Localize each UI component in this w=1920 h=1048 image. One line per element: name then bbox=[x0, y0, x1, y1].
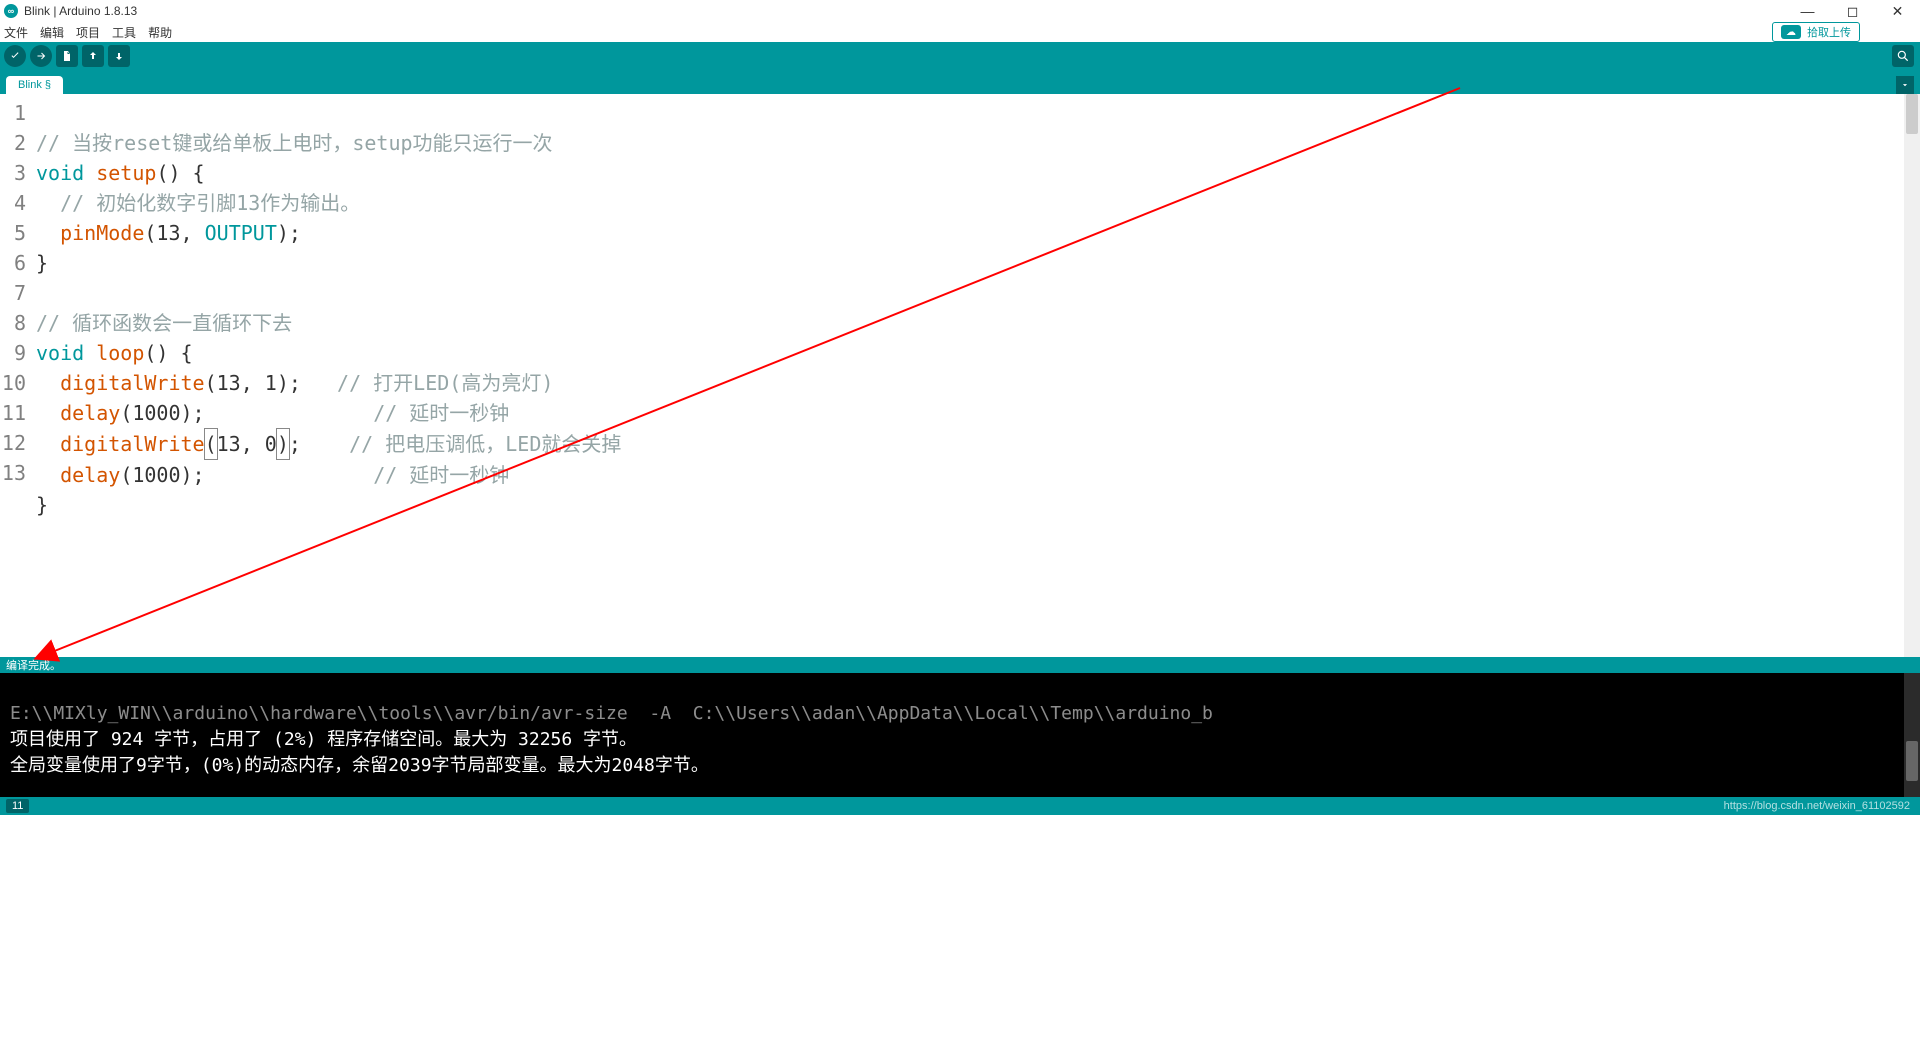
serial-monitor-button[interactable] bbox=[1892, 45, 1914, 67]
line-gutter: 1 2 3 4 5 6 7 8 9 10 11 12 13 bbox=[0, 94, 32, 657]
bracket-highlight: ( bbox=[204, 428, 218, 460]
menu-file[interactable]: 文件 bbox=[4, 24, 28, 41]
tab-menu-button[interactable] bbox=[1896, 76, 1914, 94]
window-title: Blink | Arduino 1.8.13 bbox=[24, 4, 137, 18]
scrollbar-thumb[interactable] bbox=[1906, 741, 1918, 781]
bracket-highlight: ) bbox=[276, 428, 290, 460]
code-text: (13, 1); bbox=[205, 371, 301, 395]
code-func: digitalWrite bbox=[60, 371, 205, 395]
code-text: ; bbox=[289, 432, 301, 456]
cloud-label: 拾取上传 bbox=[1807, 24, 1851, 40]
code-func: loop bbox=[96, 341, 144, 365]
maximize-button[interactable]: ◻ bbox=[1830, 0, 1875, 22]
output-console[interactable]: E:\\MIXly_WIN\\arduino\\hardware\\tools\… bbox=[0, 673, 1920, 797]
code-text: ); bbox=[277, 221, 301, 245]
status-message: 编译完成。 bbox=[6, 657, 61, 673]
code-func: delay bbox=[60, 463, 120, 487]
code-keyword: void bbox=[36, 341, 84, 365]
console-scrollbar[interactable] bbox=[1904, 673, 1920, 797]
code-editor[interactable]: 1 2 3 4 5 6 7 8 9 10 11 12 13 // 当按reset… bbox=[0, 94, 1920, 657]
menu-help[interactable]: 帮助 bbox=[148, 24, 172, 41]
menu-edit[interactable]: 编辑 bbox=[40, 24, 64, 41]
code-text: } bbox=[36, 251, 48, 275]
cloud-icon: ☁ bbox=[1781, 25, 1801, 39]
code-func: pinMode bbox=[60, 221, 144, 245]
code-area[interactable]: // 当按reset键或给单板上电时，setup功能只运行一次 void set… bbox=[32, 94, 1920, 657]
code-comment: // 把电压调低，LED就会关掉 bbox=[349, 432, 621, 456]
line-number: 11 bbox=[0, 398, 26, 428]
status-bar: 编译完成。 bbox=[0, 657, 1920, 673]
code-func: digitalWrite bbox=[60, 432, 205, 456]
line-number: 8 bbox=[0, 308, 26, 338]
console-line: 全局变量使用了9字节，(0%)的动态内存，余留2039字节局部变量。最大为204… bbox=[10, 753, 1910, 779]
editor-scrollbar[interactable] bbox=[1904, 94, 1920, 657]
code-text: () { bbox=[144, 341, 192, 365]
save-button[interactable] bbox=[108, 45, 130, 67]
code-comment: // 循环函数会一直循环下去 bbox=[36, 311, 292, 335]
footer-bar: 11 https://blog.csdn.net/weixin_61102592 bbox=[0, 797, 1920, 815]
line-number: 10 bbox=[0, 368, 26, 398]
menu-tools[interactable]: 工具 bbox=[112, 24, 136, 41]
code-text: (1000); bbox=[120, 463, 204, 487]
verify-button[interactable] bbox=[4, 45, 26, 67]
upload-button[interactable] bbox=[30, 45, 52, 67]
line-number: 12 bbox=[0, 428, 26, 458]
code-comment: // 当按reset键或给单板上电时，setup功能只运行一次 bbox=[36, 131, 553, 155]
cloud-upload-button[interactable]: ☁ 拾取上传 bbox=[1772, 22, 1860, 42]
code-text: (13, bbox=[144, 221, 204, 245]
line-number: 9 bbox=[0, 338, 26, 368]
code-func: delay bbox=[60, 401, 120, 425]
watermark-text: https://blog.csdn.net/weixin_61102592 bbox=[1724, 800, 1910, 812]
line-number: 6 bbox=[0, 248, 26, 278]
app-logo-icon bbox=[4, 4, 18, 18]
tab-blink[interactable]: Blink § bbox=[6, 76, 63, 94]
line-number: 4 bbox=[0, 188, 26, 218]
line-number: 2 bbox=[0, 128, 26, 158]
minimize-button[interactable]: — bbox=[1785, 0, 1830, 22]
line-indicator: 11 bbox=[6, 799, 29, 813]
code-const: OUTPUT bbox=[205, 221, 277, 245]
code-func: setup bbox=[96, 161, 156, 185]
code-text: 13, 0 bbox=[217, 432, 277, 456]
code-text: } bbox=[36, 493, 48, 517]
line-number: 7 bbox=[0, 278, 26, 308]
line-number: 3 bbox=[0, 158, 26, 188]
code-comment: // 延时一秒钟 bbox=[373, 401, 509, 425]
line-number: 13 bbox=[0, 458, 26, 488]
code-text: () { bbox=[156, 161, 204, 185]
code-text: (1000); bbox=[120, 401, 204, 425]
menu-sketch[interactable]: 项目 bbox=[76, 24, 100, 41]
code-comment: // 延时一秒钟 bbox=[373, 463, 509, 487]
scrollbar-thumb[interactable] bbox=[1906, 94, 1918, 134]
console-line: 项目使用了 924 字节，占用了 (2%) 程序存储空间。最大为 32256 字… bbox=[10, 727, 1910, 753]
title-bar: Blink | Arduino 1.8.13 — ◻ ✕ bbox=[0, 0, 1920, 22]
new-button[interactable] bbox=[56, 45, 78, 67]
code-comment: // 打开LED(高为亮灯) bbox=[337, 371, 553, 395]
code-comment: // 初始化数字引脚13作为输出。 bbox=[60, 191, 360, 215]
code-keyword: void bbox=[36, 161, 84, 185]
line-number: 1 bbox=[0, 98, 26, 128]
close-button[interactable]: ✕ bbox=[1875, 0, 1920, 22]
toolbar: ☁ 拾取上传 bbox=[0, 42, 1920, 70]
console-line: E:\\MIXly_WIN\\arduino\\hardware\\tools\… bbox=[10, 701, 1910, 727]
menu-bar: 文件 编辑 项目 工具 帮助 bbox=[0, 22, 1920, 42]
open-button[interactable] bbox=[82, 45, 104, 67]
line-number: 5 bbox=[0, 218, 26, 248]
tab-bar: Blink § bbox=[0, 70, 1920, 94]
